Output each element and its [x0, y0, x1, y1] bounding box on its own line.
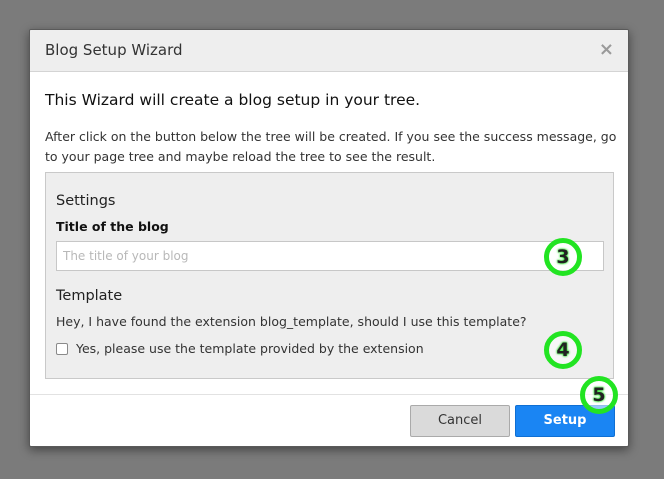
annotation-marker-3: 3	[544, 238, 582, 276]
intro-heading: This Wizard will create a blog setup in …	[45, 91, 421, 109]
dialog-header: Blog Setup Wizard ×	[30, 30, 628, 72]
dialog-title: Blog Setup Wizard	[45, 41, 183, 59]
settings-panel: Settings Title of the blog Template Hey,…	[45, 172, 614, 379]
template-heading: Template	[56, 288, 123, 304]
cancel-button[interactable]: Cancel	[410, 405, 510, 437]
annotation-marker-4: 4	[544, 331, 582, 369]
intro-text: After click on the button below the tree…	[45, 129, 617, 164]
use-template-checkbox[interactable]	[56, 342, 68, 355]
close-icon[interactable]: ×	[599, 40, 614, 60]
use-template-label: Yes, please use the template provided by…	[76, 341, 424, 356]
settings-heading: Settings	[56, 193, 116, 209]
marker-number: 5	[592, 384, 606, 406]
marker-number: 4	[556, 339, 570, 361]
annotation-marker-5: 5	[580, 376, 618, 414]
blog-title-label: Title of the blog	[56, 219, 169, 234]
blog-title-input[interactable]	[56, 241, 604, 271]
template-question: Hey, I have found the extension blog_tem…	[56, 314, 527, 329]
marker-number: 3	[556, 246, 570, 268]
dialog-footer: Cancel Setup	[30, 394, 628, 446]
use-template-option[interactable]: Yes, please use the template provided by…	[56, 341, 424, 356]
blog-setup-dialog: Blog Setup Wizard × This Wizard will cre…	[29, 29, 629, 447]
